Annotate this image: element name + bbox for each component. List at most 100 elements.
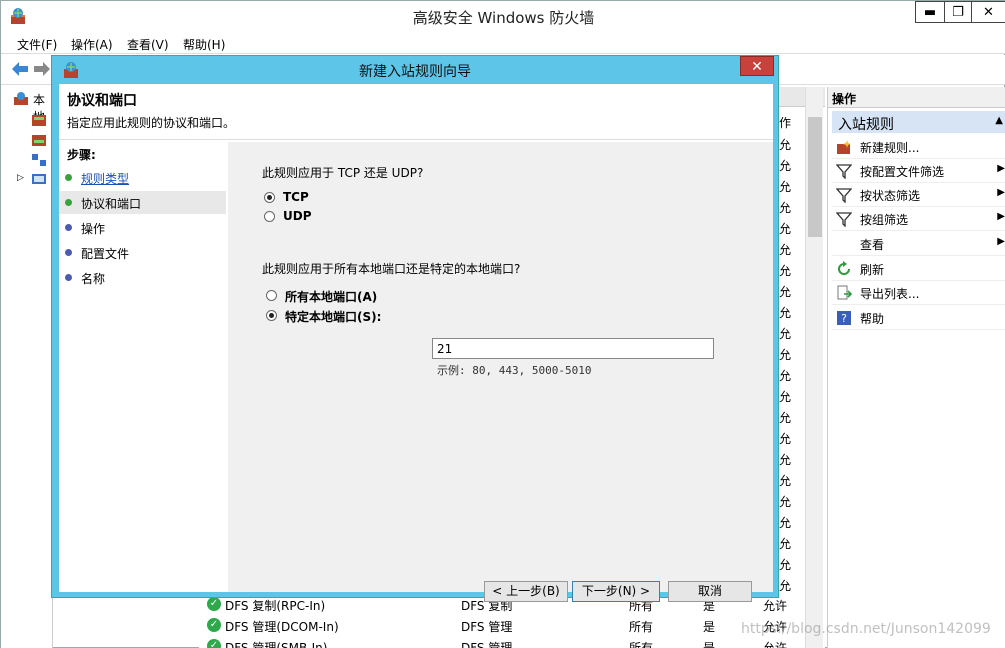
submenu-arrow-icon: ▶ <box>997 163 1005 174</box>
filter-icon <box>836 188 852 203</box>
actions-section-inbound[interactable]: 入站规则 ▲ <box>832 111 1005 133</box>
page-subtitle: 指定应用此规则的协议和端口。 <box>67 116 236 130</box>
step-name[interactable]: 名称 <box>59 266 226 289</box>
enabled-check-icon: ✓ <box>207 639 221 648</box>
rule-enabled: 是 <box>703 620 716 634</box>
action-label: 按组筛选 <box>860 213 909 227</box>
ports-question: 此规则应用于所有本地端口还是特定的本地端口? <box>262 262 521 276</box>
rule-group: DFS 管理 <box>461 641 513 648</box>
expand-arrow-icon[interactable]: ▷ <box>17 173 24 183</box>
table-row[interactable]: ✓ DFS 管理(DCOM-In) DFS 管理 所有 是 允许 <box>199 616 807 637</box>
svg-text:?: ? <box>841 312 847 325</box>
firewall-icon <box>14 92 28 105</box>
filter-icon <box>836 212 852 227</box>
action-label: 导出列表... <box>860 287 920 301</box>
all-ports-radio[interactable] <box>266 290 277 301</box>
action-cell-fragment: 允 <box>779 369 792 383</box>
firewall-window: 高级安全 Windows 防火墙 ▬ ❐ ✕ 文件(F) 操作(A) 查看(V)… <box>0 0 1005 648</box>
scrollbar-thumb[interactable] <box>808 117 822 237</box>
vertical-scrollbar[interactable] <box>805 87 823 648</box>
action-filter-profile[interactable]: 按配置文件筛选 ▶ <box>832 159 1005 183</box>
table-row[interactable]: ✓ DFS 管理(SMB-In) DFS 管理 所有 是 允许 <box>199 637 807 648</box>
cancel-button[interactable]: 取消 <box>668 581 752 602</box>
refresh-icon <box>838 261 850 275</box>
action-cell-fragment: 允 <box>779 432 792 446</box>
back-arrow-icon[interactable] <box>11 61 29 77</box>
dialog-title: 新建入站规则向导 <box>359 64 471 80</box>
action-cell-fragment: 允 <box>779 411 792 425</box>
action-cell-fragment: 允 <box>779 453 792 467</box>
step-protocol-ports[interactable]: 协议和端口 <box>59 191 226 214</box>
action-cell-fragment: 允 <box>779 243 792 257</box>
monitoring-icon[interactable] <box>31 173 47 187</box>
dialog-header: 协议和端口 指定应用此规则的协议和端口。 <box>59 84 773 140</box>
action-cell-fragment: 允 <box>779 516 792 530</box>
menu-bar: 文件(F) 操作(A) 查看(V) 帮助(H) <box>1 32 1005 54</box>
tcp-radio[interactable] <box>264 192 275 203</box>
steps-panel: 步骤: 规则类型 协议和端口 操作 配置文件 名称 <box>59 142 226 592</box>
submenu-arrow-icon: ▶ <box>997 211 1005 222</box>
menu-view[interactable]: 查看(V) <box>127 36 169 53</box>
menu-file[interactable]: 文件(F) <box>17 36 57 53</box>
minimize-button[interactable]: ▬ <box>915 1 945 23</box>
steps-title: 步骤: <box>67 148 96 162</box>
submenu-arrow-icon: ▶ <box>997 187 1005 198</box>
udp-radio[interactable] <box>264 211 275 222</box>
specific-ports-label: 特定本地端口(S): <box>285 310 382 324</box>
filter-icon <box>836 164 852 179</box>
step-label: 配置文件 <box>81 247 130 261</box>
new-rule-icon <box>837 140 851 154</box>
rule-action: 允许 <box>763 641 788 648</box>
action-new-rule[interactable]: 新建规则... <box>832 135 1005 159</box>
menu-help[interactable]: 帮助(H) <box>183 36 225 53</box>
outbound-rules-icon[interactable] <box>31 133 47 147</box>
rule-profile: 所有 <box>629 641 654 648</box>
step-status-icon <box>65 274 72 281</box>
rule-group: DFS 管理 <box>461 620 513 634</box>
watermark: https://blog.csdn.net/Junson142099 <box>741 621 991 637</box>
step-label: 操作 <box>81 222 106 236</box>
menu-action[interactable]: 操作(A) <box>71 36 113 53</box>
action-cell-fragment: 允 <box>779 222 792 236</box>
action-help[interactable]: ? 帮助 <box>832 306 1005 330</box>
close-button[interactable]: ✕ <box>971 1 1005 23</box>
title-bar: 高级安全 Windows 防火墙 ▬ ❐ ✕ <box>1 1 1005 32</box>
action-view[interactable]: 查看 ▶ <box>832 232 1005 256</box>
rule-profile: 所有 <box>629 620 654 634</box>
maximize-button[interactable]: ❐ <box>944 1 972 23</box>
step-label: 名称 <box>81 272 106 286</box>
help-icon: ? <box>837 311 851 325</box>
action-filter-state[interactable]: 按状态筛选 ▶ <box>832 183 1005 207</box>
action-cell-fragment: 允 <box>779 201 792 215</box>
collapse-icon[interactable]: ▲ <box>995 115 1003 126</box>
step-profile[interactable]: 配置文件 <box>59 241 226 264</box>
connection-security-icon[interactable] <box>31 153 47 167</box>
back-button[interactable]: < 上一步(B) <box>484 581 568 602</box>
action-cell-fragment: 允 <box>779 306 792 320</box>
rule-name: DFS 管理(SMB-In) <box>225 641 328 648</box>
step-status-icon <box>65 199 72 206</box>
inbound-rules-icon[interactable] <box>31 113 47 127</box>
dialog-close-button[interactable]: ✕ <box>740 56 774 76</box>
new-inbound-rule-wizard: 新建入站规则向导 ✕ 协议和端口 指定应用此规则的协议和端口。 步骤: 规则类型… <box>51 55 779 602</box>
enabled-check-icon: ✓ <box>207 597 221 611</box>
action-refresh[interactable]: 刷新 <box>832 257 1005 281</box>
action-cell-fragment: 允 <box>779 138 792 152</box>
specific-ports-input[interactable] <box>432 338 714 359</box>
action-filter-group[interactable]: 按组筛选 ▶ <box>832 207 1005 231</box>
forward-arrow-icon[interactable] <box>33 61 51 77</box>
next-button[interactable]: 下一步(N) > <box>572 581 660 602</box>
step-action[interactable]: 操作 <box>59 216 226 239</box>
window-title: 高级安全 Windows 防火墙 <box>412 9 595 27</box>
rule-enabled: 是 <box>703 641 716 648</box>
page-title: 协议和端口 <box>67 93 137 109</box>
action-export[interactable]: 导出列表... <box>832 281 1005 305</box>
column-header-fragment: 作 <box>779 116 792 130</box>
rule-action: 允许 <box>763 599 788 613</box>
actions-header: 操作 <box>828 87 1005 108</box>
specific-ports-radio[interactable] <box>266 310 277 321</box>
action-cell-fragment: 允 <box>779 537 792 551</box>
step-rule-type[interactable]: 规则类型 <box>59 166 226 189</box>
action-label: 刷新 <box>860 263 885 277</box>
action-label: 按配置文件筛选 <box>860 165 945 179</box>
